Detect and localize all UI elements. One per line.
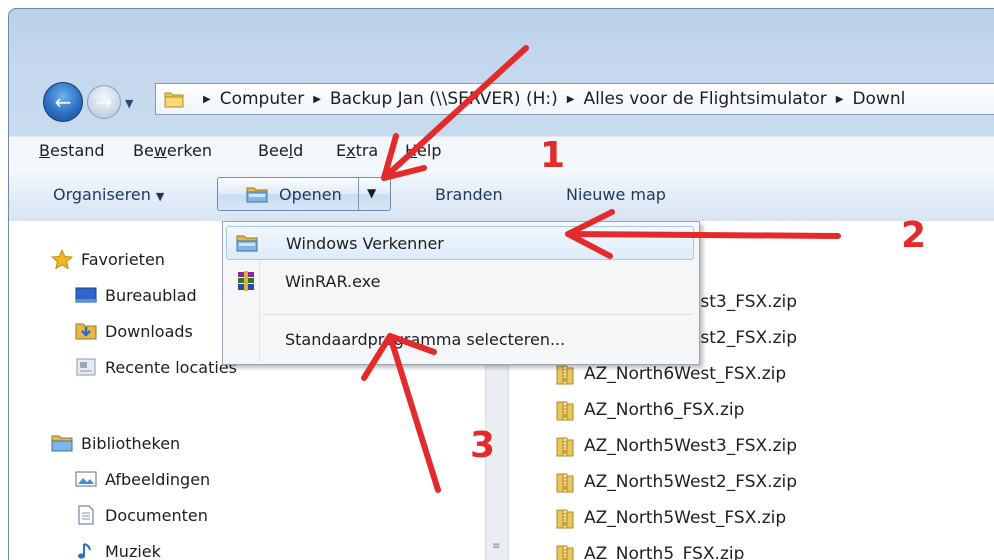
breadcrumb-separator-icon[interactable]: ▶ [836, 94, 844, 105]
music-note-icon [75, 541, 97, 560]
desktop-icon [75, 285, 97, 305]
menu-file[interactable]: Bestand [39, 141, 105, 160]
breadcrumb-separator-icon[interactable]: ▶ [203, 94, 211, 105]
explorer-folder-icon [246, 185, 268, 203]
list-item[interactable]: AZ_North5West3_FSX.zip [555, 435, 797, 457]
arrow-right-icon: → [88, 86, 120, 118]
open-button-label: Openen [279, 185, 342, 204]
nav-downloads[interactable]: Downloads [75, 321, 193, 341]
nav-music-label: Muziek [105, 542, 161, 560]
menu-item-label: Windows Verkenner [286, 234, 444, 253]
zip-archive-icon [555, 435, 575, 457]
annotation-number-1: 1 [540, 138, 565, 174]
breadcrumb-downloads-folder[interactable]: Downl [852, 89, 905, 109]
list-item[interactable]: AZ_North5West2_FSX.zip [555, 471, 797, 493]
file-name: AZ_North5_FSX.zip [584, 544, 744, 560]
annotation-number-2: 2 [901, 218, 926, 254]
breadcrumb-flightsim-folder[interactable]: Alles voor de Flightsimulator [583, 89, 826, 109]
breadcrumb-separator-icon[interactable]: ▶ [567, 94, 575, 105]
file-name: AZ_North6_FSX.zip [584, 400, 744, 420]
menu-item-label: WinRAR.exe [285, 272, 380, 291]
new-folder-button[interactable]: Nieuwe map [566, 185, 666, 204]
menu-item-label: Standaardprogramma selecteren... [285, 330, 565, 349]
scrollbar-grip-icon[interactable]: ≡ [492, 541, 500, 552]
burn-button[interactable]: Branden [435, 185, 503, 204]
menu-item-windows-explorer[interactable]: Windows Verkenner [226, 226, 694, 260]
command-bar: Organiseren ▼ Openen ▼ Branden Nieuwe ma… [9, 167, 994, 222]
menu-item-choose-default-program[interactable]: Standaardprogramma selecteren... [223, 322, 699, 356]
back-button[interactable]: ← [43, 82, 83, 122]
address-bar[interactable]: ▶ Computer ▶ Backup Jan (\\SERVER) (H:) … [155, 83, 994, 115]
documents-icon [75, 505, 97, 525]
menu-view[interactable]: Beeld [258, 141, 303, 160]
file-name: AZ_North5West3_FSX.zip [584, 436, 797, 456]
list-item[interactable]: AZ_North5West_FSX.zip [555, 507, 786, 529]
zip-archive-icon [555, 363, 575, 385]
menu-help[interactable]: Help [405, 141, 441, 160]
folder-icon [164, 90, 184, 108]
breadcrumb-separator-icon[interactable]: ▶ [313, 94, 321, 105]
list-item[interactable]: AZ_North5_FSX.zip [555, 543, 744, 560]
breadcrumb-backup-drive[interactable]: Backup Jan (\\SERVER) (H:) [330, 89, 558, 109]
file-name: AZ_North5West2_FSX.zip [584, 472, 797, 492]
downloads-folder-icon [75, 321, 97, 341]
list-item[interactable]: AZ_North6_FSX.zip [555, 399, 744, 421]
nav-desktop-label: Bureaublad [105, 286, 197, 305]
menu-edit[interactable]: Bewerken [133, 141, 212, 160]
pictures-icon [75, 469, 97, 489]
zip-archive-icon [555, 507, 575, 529]
nav-libraries[interactable]: Bibliotheken [51, 433, 180, 453]
arrow-left-icon: ← [44, 83, 82, 121]
menu-item-winrar[interactable]: WinRAR.exe [223, 264, 699, 298]
open-with-menu: Windows Verkenner WinRAR.exe Standaardpr… [222, 221, 700, 365]
winrar-icon [235, 271, 257, 291]
recent-places-icon [75, 357, 97, 377]
nav-desktop[interactable]: Bureaublad [75, 285, 197, 305]
nav-favorites-label: Favorieten [81, 250, 165, 269]
nav-documents-label: Documenten [105, 506, 208, 525]
zip-archive-icon [555, 471, 575, 493]
split-divider [358, 178, 359, 210]
menu-extra[interactable]: Extra [336, 141, 378, 160]
open-dropdown-arrow-icon[interactable]: ▼ [367, 186, 376, 200]
annotation-number-3: 3 [470, 428, 495, 464]
organize-button[interactable]: Organiseren ▼ [53, 185, 164, 204]
nav-downloads-label: Downloads [105, 322, 193, 341]
forward-button[interactable]: → [87, 85, 121, 119]
menu-bar: Bestand Bewerken Beeld Extra Help [9, 136, 994, 168]
nav-recent-places-label: Recente locaties [105, 358, 237, 377]
nav-pictures-label: Afbeeldingen [105, 470, 210, 489]
nav-music[interactable]: Muziek [75, 541, 161, 560]
chevron-down-icon: ▼ [156, 190, 164, 203]
file-name: AZ_North6West_FSX.zip [584, 364, 786, 384]
open-button[interactable]: Openen ▼ [217, 177, 391, 211]
file-name: AZ_North5West_FSX.zip [584, 508, 786, 528]
nav-pictures[interactable]: Afbeeldingen [75, 469, 210, 489]
breadcrumb-computer[interactable]: Computer [220, 89, 305, 109]
zip-archive-icon [555, 543, 575, 560]
star-icon [51, 249, 73, 269]
explorer-folder-icon [236, 233, 258, 253]
nav-libraries-label: Bibliotheken [81, 434, 180, 453]
libraries-icon [51, 433, 73, 453]
nav-recent-places[interactable]: Recente locaties [75, 357, 237, 377]
zip-archive-icon [555, 399, 575, 421]
list-item[interactable]: AZ_North6West_FSX.zip [555, 363, 786, 385]
nav-favorites[interactable]: Favorieten [51, 249, 165, 269]
menu-separator [263, 314, 693, 315]
history-dropdown-icon[interactable]: ▼ [125, 97, 133, 110]
nav-documents[interactable]: Documenten [75, 505, 208, 525]
explorer-window: ← → ▼ ▶ Computer ▶ Backup Jan (\\SERVER)… [8, 8, 994, 560]
